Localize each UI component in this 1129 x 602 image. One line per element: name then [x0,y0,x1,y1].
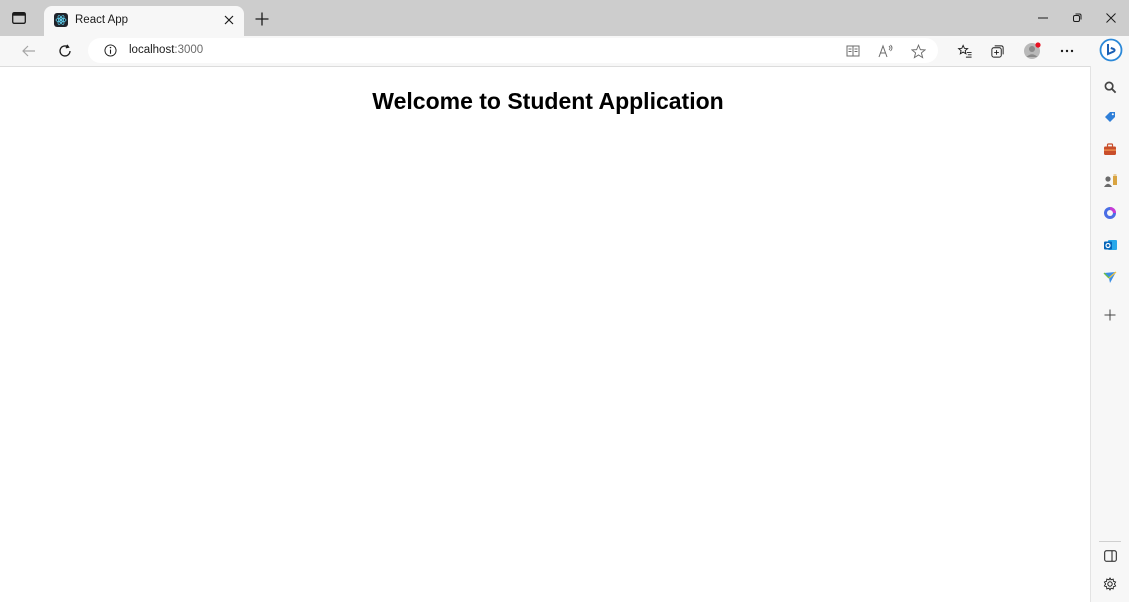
immersive-reader-icon [846,45,860,57]
bing-chat-icon [1099,38,1123,62]
edge-sidebar [1090,66,1129,602]
more-button[interactable] [1057,41,1077,61]
active-tab[interactable]: React App [44,6,244,36]
refresh-button[interactable] [55,41,75,61]
minimize-button[interactable] [1032,8,1054,28]
add-icon[interactable] [1101,306,1119,324]
tab-close-button[interactable] [220,11,238,29]
briefcase-icon[interactable] [1101,140,1119,158]
collections-icon [990,44,1004,58]
bing-chat-button[interactable] [1098,37,1124,63]
collections-button[interactable] [987,41,1007,61]
tab-title: React App [75,14,129,26]
new-tab-button[interactable] [252,9,272,29]
immersive-reader-button[interactable] [843,41,863,61]
favorites-list-icon [957,43,972,58]
favorites-button[interactable] [955,41,975,61]
info-icon[interactable] [102,42,118,58]
close-icon [1106,13,1116,23]
address-port: :3000 [174,44,204,56]
address-bar[interactable]: localhost:3000 [88,38,938,63]
react-icon [54,13,68,27]
sidebar-divider [1099,541,1121,542]
restore-button[interactable] [1066,8,1088,28]
back-button[interactable] [19,41,39,61]
games-icon[interactable] [1101,172,1119,190]
close-icon [224,15,234,25]
tab-strip: React App [0,0,1129,36]
minimize-icon [1038,17,1048,19]
browser-toolbar: localhost:3000 [0,36,1129,67]
profile-button[interactable] [1022,41,1042,61]
address-url[interactable]: localhost:3000 [129,44,203,56]
page-heading: Welcome to Student Application [372,88,724,114]
search-icon[interactable] [1101,78,1119,96]
read-aloud-icon [878,44,893,58]
address-host: localhost [129,44,175,56]
favorite-star-icon [910,43,926,59]
tab-actions-button[interactable] [10,9,28,27]
plus-icon [255,12,269,26]
favorite-star-button[interactable] [908,41,928,61]
settings-icon[interactable] [1101,575,1119,593]
tag-icon[interactable] [1101,108,1119,126]
back-icon [22,45,35,57]
refresh-icon [59,44,71,57]
outlook-icon[interactable] [1101,236,1119,254]
hide-sidebar-icon[interactable] [1101,547,1119,565]
tab-actions-icon [12,12,26,24]
page-content: Welcome to Student Application [0,67,1090,602]
office-icon[interactable] [1101,204,1119,222]
send-icon[interactable] [1101,268,1119,286]
restore-icon [1073,13,1082,22]
window-close-button[interactable] [1100,8,1122,28]
profile-avatar-icon [1024,42,1041,59]
read-aloud-button[interactable] [876,41,896,61]
more-icon [1060,49,1074,53]
